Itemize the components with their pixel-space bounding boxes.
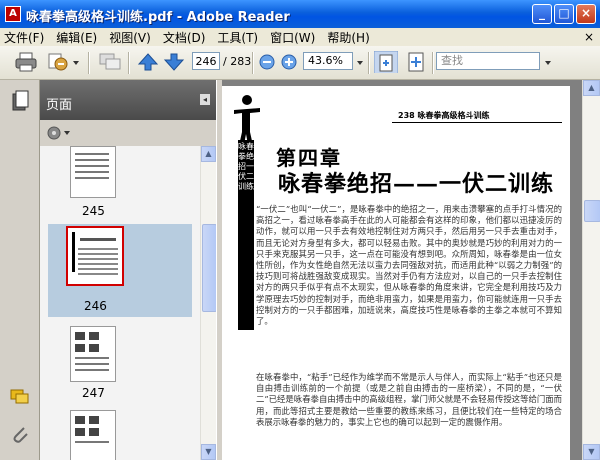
attachments-icon[interactable] — [10, 424, 30, 444]
paragraph-2-text: 在咏春拳中，“粘手”已经作为维学而不常是示人与伴人，而实际上“粘手”也还只是自由… — [256, 372, 562, 427]
side-title-banner: 咏春拳绝招一伏二训练 — [238, 140, 254, 330]
zoom-level-field[interactable]: 43.6% — [303, 52, 353, 70]
search-dropdown-icon[interactable] — [544, 51, 552, 73]
navigation-strip — [0, 80, 40, 460]
close-button[interactable]: × — [576, 4, 596, 24]
document-page: 238 咏春拳高级格斗训练 咏春拳绝招一伏二训练 第四章 咏春拳绝招——一伏二训… — [222, 86, 570, 460]
scrollbar-thumb[interactable] — [202, 224, 217, 312]
thumbnail-label: 246 — [84, 299, 107, 313]
page-header: 238 咏春拳高级格斗训练 — [398, 111, 490, 120]
page-thumbnail[interactable] — [70, 146, 116, 198]
fit-page-icon[interactable] — [374, 51, 398, 73]
doc-scrollbar-thumb[interactable] — [584, 200, 600, 222]
gear-icon[interactable] — [46, 124, 74, 142]
zoom-in-icon[interactable] — [280, 51, 298, 73]
scroll-up-button[interactable]: ▲ — [201, 146, 216, 162]
collapse-panel-icon[interactable]: ◂ — [200, 94, 210, 105]
maximize-button[interactable]: □ — [554, 4, 574, 24]
adobe-reader-icon: A — [5, 6, 21, 22]
scroll-down-button[interactable]: ▼ — [201, 444, 216, 460]
fit-width-icon[interactable] — [404, 51, 428, 73]
search-input[interactable]: 查找 — [436, 52, 540, 70]
panel-options-bar — [40, 120, 216, 147]
menu-edit[interactable]: 编辑(E) — [56, 29, 97, 46]
pages-panel: 页面 ◂ 245 246 247 ▲ ▼ — [40, 80, 217, 460]
menu-help[interactable]: 帮助(H) — [327, 29, 369, 46]
zoom-dropdown-icon[interactable] — [356, 51, 364, 73]
share-icon[interactable] — [46, 51, 70, 73]
minimize-button[interactable]: _ — [532, 4, 552, 24]
page-thumbnail[interactable] — [70, 410, 116, 460]
toolbar: 246 / 283 43.6% 查找 — [0, 46, 600, 80]
chevron-down-icon[interactable] — [72, 51, 80, 73]
window-title: 咏春拳高级格斗训练.pdf - Adobe Reader — [26, 10, 290, 25]
menu-view[interactable]: 视图(V) — [109, 29, 151, 46]
zoom-out-icon[interactable] — [258, 51, 276, 73]
doc-scroll-down-button[interactable]: ▼ — [583, 444, 600, 460]
pages-icon[interactable] — [10, 90, 30, 112]
previous-page-icon[interactable] — [136, 51, 160, 73]
thumbnail-scrollbar[interactable]: ▲ ▼ — [200, 146, 217, 460]
menu-bar: 文件(F) 编辑(E) 视图(V) 文档(D) 工具(T) 窗口(W) 帮助(H… — [0, 28, 600, 46]
menu-window[interactable]: 窗口(W) — [270, 29, 315, 46]
title-bar[interactable]: A 咏春拳高级格斗训练.pdf - Adobe Reader _ □ × — [0, 0, 600, 28]
thumbnail-label: 247 — [82, 386, 105, 400]
page-thumbnail[interactable] — [70, 326, 116, 382]
page-total-label: / 283 — [223, 55, 252, 68]
print-icon[interactable] — [14, 51, 38, 73]
document-scrollbar[interactable]: ▲ ▼ — [582, 80, 600, 460]
chapter-title: 咏春拳绝招——一伏二训练 — [278, 171, 555, 197]
page-number-input[interactable]: 246 — [192, 52, 220, 70]
thumbnail-list: 245 246 247 — [40, 146, 200, 460]
next-page-icon[interactable] — [162, 51, 186, 73]
pages-panel-header: 页面 ◂ — [40, 80, 216, 120]
menu-file[interactable]: 文件(F) — [4, 29, 44, 46]
document-view: 238 咏春拳高级格斗训练 咏春拳绝招一伏二训练 第四章 咏春拳绝招——一伏二训… — [222, 80, 582, 460]
comment-icon[interactable] — [98, 51, 122, 73]
thumbnail-label: 245 — [82, 204, 105, 218]
menu-document[interactable]: 文档(D) — [163, 29, 206, 46]
side-title: 咏春拳绝招一伏二训练 — [238, 142, 254, 191]
body-paragraph-2: 在咏春拳中，“粘手”已经作为维学而不常是示人与伴人，而实际上“粘手”也还只是自由… — [256, 372, 562, 428]
doc-scroll-up-button[interactable]: ▲ — [583, 80, 600, 96]
paragraph-1-text: “一伏二”也叫“一伏二”，是咏春拳中的绝招之一，用来击溃攀塞的点手打斗情况的高招… — [256, 204, 562, 327]
comments-icon[interactable] — [10, 388, 30, 406]
menu-tools[interactable]: 工具(T) — [217, 29, 258, 46]
body-paragraph-1: “一伏二”也叫“一伏二”，是咏春拳中的绝招之一，用来击溃攀塞的点手打斗情况的高招… — [256, 204, 562, 327]
document-close-button[interactable]: × — [584, 30, 594, 44]
page-thumbnail[interactable] — [66, 226, 124, 286]
pages-panel-title: 页面 — [46, 98, 73, 113]
